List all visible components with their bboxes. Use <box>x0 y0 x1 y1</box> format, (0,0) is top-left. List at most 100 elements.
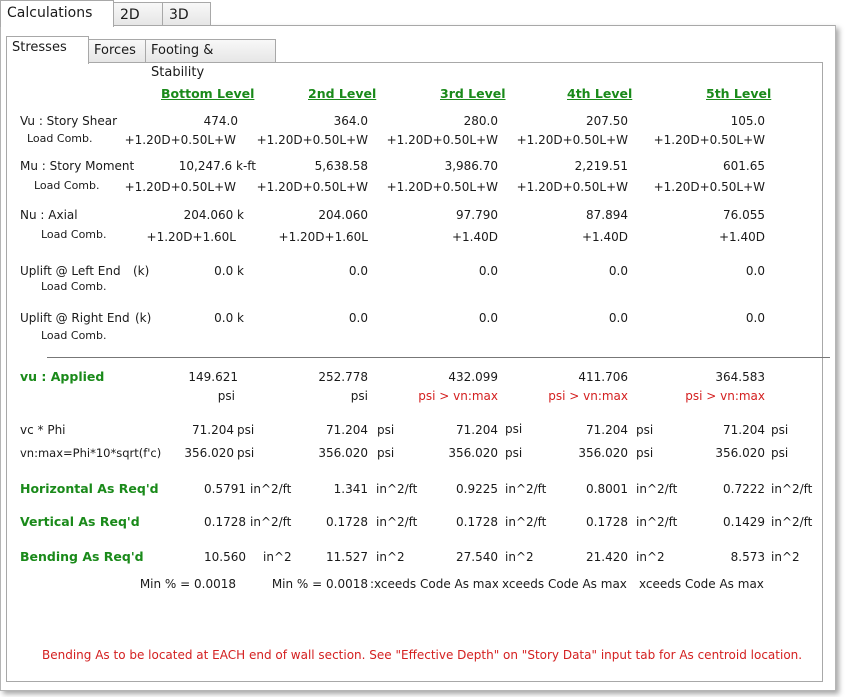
tab-calculations[interactable]: Calculations <box>0 0 114 27</box>
footnote-bending-as: Bending As to be located at EACH end of … <box>42 648 803 662</box>
vc-phi-value: 71.204 <box>326 423 368 437</box>
header-4th-level: 4th Level <box>567 86 633 101</box>
label-load-comb: Load Comb. <box>41 228 107 241</box>
vu-applied-warning: psi > vn:max <box>685 389 765 403</box>
vu-value: 105.0 <box>730 114 765 128</box>
vu-applied-warning: psi > vn:max <box>548 389 628 403</box>
vu-applied-value: 411.706 <box>578 370 628 384</box>
header-2nd-level: 2nd Level <box>308 86 377 101</box>
nu-load-comb: +1.40D <box>581 230 628 244</box>
vc-phi-value: 71.204 <box>586 423 628 437</box>
uplift-left-value: 0.0 <box>745 264 765 278</box>
label-nu-axial: Nu : Axial <box>20 208 78 222</box>
vertical-as-value: 0.1728 <box>456 515 498 529</box>
bending-as-value: 10.560 <box>204 550 246 564</box>
label-bending-as: Bending As Req'd <box>20 549 144 564</box>
label-load-comb: Load Comb. <box>27 132 93 145</box>
horizontal-as-unit: in^2/ft <box>771 482 813 496</box>
vu-value: 207.50 <box>586 114 628 128</box>
min-pct-exceeds: xceeds Code As max <box>502 577 627 591</box>
vu-applied-value: 364.583 <box>715 370 765 384</box>
uplift-left-value: 0.0 <box>608 264 628 278</box>
min-pct-exceeds: xceeds Code As max <box>639 577 764 591</box>
subtab-stresses[interactable]: Stresses <box>6 36 89 64</box>
section-divider <box>47 357 830 358</box>
label-vertical-as: Vertical As Req'd <box>20 514 140 529</box>
vu-value: 280.0 <box>463 114 498 128</box>
mu-load-comb: +1.20D+0.50L+W <box>653 180 765 194</box>
vertical-as-value: 0.1728 <box>204 515 246 529</box>
vnmax-unit: psi <box>771 446 789 460</box>
nu-value: 204.060 k <box>183 208 244 222</box>
vnmax-value: 356.020 <box>578 446 628 460</box>
header-5th-level: 5th Level <box>706 86 772 101</box>
subtab-footing-stability[interactable]: Footing & Stability <box>145 39 276 80</box>
mu-load-comb: +1.20D+0.50L+W <box>516 180 628 194</box>
label-load-comb: Load Comb. <box>41 280 107 293</box>
vu-applied-unit: psi <box>350 389 368 403</box>
vertical-as-unit: in^2/ft <box>636 515 678 529</box>
nu-load-comb: +1.40D <box>451 230 498 244</box>
label-vc-phi: vc * Phi <box>20 423 66 437</box>
label-load-comb: Load Comb. <box>34 179 100 192</box>
label-vu-applied: vu : Applied <box>20 369 105 384</box>
vertical-as-value: 0.1728 <box>586 515 628 529</box>
tab-2d[interactable]: 2D <box>113 2 163 25</box>
vu-load-comb: +1.20D+0.50L+W <box>124 133 236 147</box>
mu-value: 10,247.6 k-ft <box>178 159 256 173</box>
mu-load-comb: +1.20D+0.50L+W <box>256 180 368 194</box>
vu-load-comb: +1.20D+0.50L+W <box>386 133 498 147</box>
vnmax-unit: psi <box>505 446 523 460</box>
horizontal-as-unit: in^2/ft <box>636 482 678 496</box>
vc-phi-unit: psi <box>771 423 789 437</box>
mu-value: 601.65 <box>723 159 765 173</box>
uplift-right-value: 0.0 k <box>214 311 244 325</box>
nu-value: 204.060 <box>318 208 368 222</box>
uplift-left-value: 0.0 k <box>214 264 244 278</box>
vertical-as-value: 0.1429 <box>723 515 765 529</box>
uplift-left-value: 0.0 <box>478 264 498 278</box>
vu-value: 474.0 <box>203 114 238 128</box>
label-vnmax: vn:max=Phi*10*sqrt(f'c) <box>20 446 162 460</box>
mu-value: 2,219.51 <box>574 159 628 173</box>
vc-phi-value: 71.204 <box>456 423 498 437</box>
bending-as-value: 27.540 <box>456 550 498 564</box>
vc-phi-value: 71.204 <box>723 423 765 437</box>
horizontal-as-value: 0.8001 <box>586 482 628 496</box>
header-bottom-level: Bottom Level <box>161 86 255 101</box>
vc-phi-value: 71.204 <box>192 423 234 437</box>
vu-value: 364.0 <box>333 114 368 128</box>
vnmax-unit: psi <box>377 446 395 460</box>
vertical-as-unit: in^2/ft <box>771 515 813 529</box>
vnmax-unit: psi <box>636 446 654 460</box>
min-pct: Min % = 0.0018 <box>139 577 236 591</box>
uplift-right-value: 0.0 <box>478 311 498 325</box>
bending-as-value: 21.420 <box>586 550 628 564</box>
vnmax-value: 356.020 <box>318 446 368 460</box>
label-uplift-right-unit: (k) <box>135 311 152 325</box>
bending-as-value: 8.573 <box>730 550 765 564</box>
horizontal-as-value: 0.9225 <box>456 482 498 496</box>
vu-applied-value: 432.099 <box>448 370 498 384</box>
bending-as-unit: in^2 <box>376 550 405 564</box>
bending-as-unit: in^2 <box>505 550 534 564</box>
label-load-comb: Load Comb. <box>41 329 107 342</box>
nu-load-comb: +1.40D <box>718 230 765 244</box>
nu-value: 76.055 <box>723 208 765 222</box>
vu-applied-warning: psi > vn:max <box>418 389 498 403</box>
min-pct: Min % = 0.0018 <box>271 577 368 591</box>
tab-3d[interactable]: 3D <box>162 2 211 25</box>
bending-as-unit: in^2 <box>771 550 800 564</box>
vnmax-value: 356.020 <box>184 446 234 460</box>
vc-phi-unit: psi <box>636 423 654 437</box>
vnmax-value: 356.020 <box>715 446 765 460</box>
label-horizontal-as: Horizontal As Req'd <box>20 481 159 496</box>
label-uplift-left-unit: (k) <box>133 264 150 278</box>
mu-load-comb: +1.20D+0.50L+W <box>386 180 498 194</box>
subtab-forces[interactable]: Forces <box>88 39 146 62</box>
vu-applied-value: 252.778 <box>318 370 368 384</box>
vu-load-comb: +1.20D+0.50L+W <box>516 133 628 147</box>
label-mu-story-moment: Mu : Story Moment <box>20 159 135 173</box>
horizontal-as-value: 0.5791 <box>204 482 246 496</box>
header-3rd-level: 3rd Level <box>440 86 506 101</box>
